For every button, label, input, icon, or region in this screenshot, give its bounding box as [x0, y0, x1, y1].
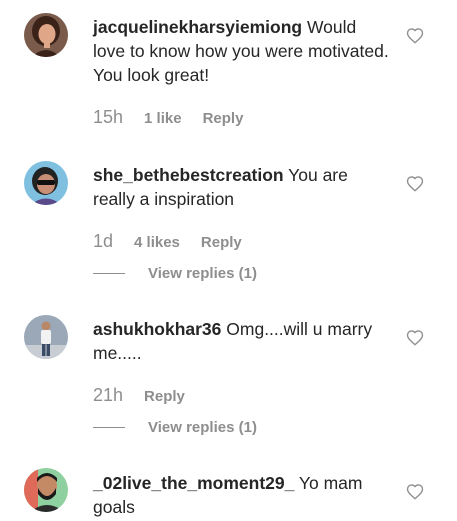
reply-button[interactable]: Reply [201, 234, 242, 251]
comment-body: she_bethebestcreation You are really a i… [93, 163, 393, 211]
comment-body: ashukhokhar36 Omg....will u marry me....… [93, 317, 393, 365]
view-replies-button[interactable]: View replies (1) [93, 265, 257, 282]
replies-divider [93, 427, 125, 428]
comment-body: _02live_the_moment29_ Yo mam goals [93, 471, 393, 519]
avatar[interactable] [24, 315, 68, 359]
comment-timestamp: 15h [93, 107, 124, 127]
comment-username[interactable]: jacquelinekharsyiemiong [93, 17, 302, 37]
reply-button[interactable]: Reply [144, 388, 185, 405]
comment-meta: 15h 1 like Reply [93, 107, 243, 128]
comment-likes[interactable]: 1 like [144, 110, 182, 127]
heart-outline-icon[interactable] [406, 27, 424, 45]
comments-list: jacquelinekharsyiemiong Would love to kn… [0, 0, 457, 521]
comment-timestamp: 1d [93, 231, 114, 251]
replies-divider [93, 273, 125, 274]
comment-meta: 1d 4 likes Reply [93, 231, 242, 252]
avatar[interactable] [24, 161, 68, 205]
view-replies-label[interactable]: View replies (1) [148, 419, 257, 436]
comment-meta: 21h Reply [93, 385, 185, 406]
avatar[interactable] [24, 468, 68, 512]
comment-username[interactable]: she_bethebestcreation [93, 165, 284, 185]
comment-username[interactable]: _02live_the_moment29_ [93, 473, 294, 493]
heart-outline-icon[interactable] [406, 329, 424, 347]
view-replies-label[interactable]: View replies (1) [148, 265, 257, 282]
comment-timestamp: 21h [93, 385, 124, 405]
view-replies-button[interactable]: View replies (1) [93, 419, 257, 436]
comment-username[interactable]: ashukhokhar36 [93, 319, 221, 339]
comment-body: jacquelinekharsyiemiong Would love to kn… [93, 15, 393, 87]
comment-likes[interactable]: 4 likes [134, 234, 180, 251]
avatar[interactable] [24, 13, 68, 57]
heart-outline-icon[interactable] [406, 175, 424, 193]
heart-outline-icon[interactable] [406, 483, 424, 501]
reply-button[interactable]: Reply [203, 110, 244, 127]
